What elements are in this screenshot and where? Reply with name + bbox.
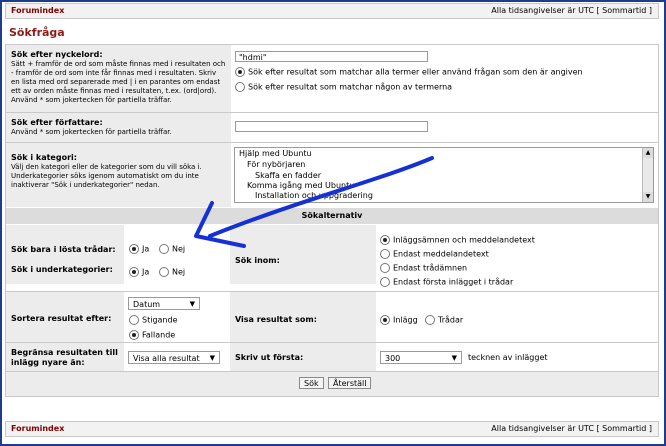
radio-icon[interactable] [129, 330, 139, 340]
search-options-header: Sökalternativ [6, 208, 658, 224]
solved-label: Sök bara i lösta trådar: [11, 245, 116, 254]
category-label: Sök i kategori: [11, 153, 77, 162]
limit-label: Begränsa resultaten till inlägg nyare än… [11, 348, 118, 367]
sort-label: Sortera resultat efter: [11, 314, 112, 323]
radio-icon[interactable] [129, 267, 139, 277]
search-in-opt[interactable]: Endast första inlägget i trådar [380, 277, 513, 287]
keywords-label-cell: Sök efter nyckelord: Sätt + framför de o… [6, 45, 231, 112]
subcat-label: Sök i underkategorier: [11, 265, 113, 274]
keywords-label: Sök efter nyckelord: [11, 50, 103, 59]
sort-asc[interactable]: Stigande [129, 315, 178, 325]
radio-icon[interactable] [159, 267, 169, 277]
sort-label-cell: Sortera resultat efter: [6, 292, 124, 342]
search-button[interactable]: Sök [299, 377, 324, 389]
author-label-cell: Sök efter författare: Använd * som joker… [6, 113, 231, 142]
forum-index-link[interactable]: Forumindex [11, 424, 64, 433]
search-in-opt[interactable]: Inläggsämnen och meddelandetext [380, 235, 535, 245]
search-in-label: Sök inom: [235, 256, 280, 265]
timezone-text: Alla tidsangivelser är UTC [ Sommartid ] [491, 6, 652, 15]
author-input[interactable] [235, 121, 428, 132]
radio-icon[interactable] [159, 244, 169, 254]
solved-no[interactable]: Nej [159, 244, 185, 254]
category-option[interactable]: Installation och uppgradering [255, 191, 373, 200]
print-first-select[interactable]: 300 ▼ [380, 351, 462, 364]
category-help: Välj den kategori eller de kategorier so… [11, 163, 202, 189]
radio-icon[interactable] [380, 249, 390, 259]
radio-icon[interactable] [380, 277, 390, 287]
subcat-no[interactable]: Nej [159, 267, 185, 277]
solved-label-cell: Sök bara i lösta trådar: Sök i underkate… [6, 225, 124, 284]
category-option[interactable]: För nybörjaren [247, 160, 305, 169]
search-in-label-cell: Sök inom: [230, 225, 376, 284]
radio-icon[interactable] [380, 263, 390, 273]
subcat-yes[interactable]: Ja [129, 267, 149, 277]
show-as-label: Visa resultat som: [235, 315, 317, 324]
search-in-opt[interactable]: Endast trådämnen [380, 263, 467, 273]
keywords-help: Sätt + framför de ord som måste finnas m… [11, 60, 226, 104]
limit-select[interactable]: Visa alla resultat ▼ [128, 351, 220, 364]
scroll-up-icon[interactable]: ▲ [643, 148, 653, 158]
author-label: Sök efter författare: [11, 118, 103, 127]
bottom-bar: Forumindex Alla tidsangivelser är UTC [ … [5, 421, 659, 437]
chevron-down-icon: ▼ [189, 300, 195, 308]
limit-label-cell: Begränsa resultaten till inlägg nyare än… [6, 343, 124, 371]
radio-icon[interactable] [380, 315, 390, 325]
category-label-cell: Sök i kategori: Välj den kategori eller … [6, 143, 231, 207]
show-as-posts[interactable]: Inlägg [380, 315, 418, 325]
forum-index-link[interactable]: Forumindex [11, 6, 64, 15]
sort-select[interactable]: Datum ▼ [128, 297, 200, 310]
search-form: Sök efter nyckelord: Sätt + framför de o… [5, 44, 659, 397]
category-option[interactable]: Skaffa en fadder [255, 171, 321, 180]
timezone-text: Alla tidsangivelser är UTC [ Sommartid ] [491, 424, 652, 433]
sort-desc[interactable]: Fallande [129, 330, 175, 340]
print-first-label-cell: Skriv ut första: [230, 343, 376, 371]
radio-icon[interactable] [380, 235, 390, 245]
top-bar: Forumindex Alla tidsangivelser är UTC [ … [5, 3, 659, 19]
solved-yes[interactable]: Ja [129, 244, 149, 254]
print-first-suffix: tecknen av inlägget [468, 353, 548, 362]
author-help: Använd * som jokertecken för partiella t… [11, 128, 172, 136]
chevron-down-icon: ▼ [209, 354, 215, 362]
radio-icon[interactable] [129, 244, 139, 254]
category-option[interactable]: Hjälp med Ubuntu [239, 149, 312, 158]
keywords-input[interactable]: "hdmi" [235, 51, 428, 62]
reset-button[interactable]: Återställ [328, 377, 372, 389]
chevron-down-icon: ▼ [451, 354, 457, 362]
keywords-opt-any[interactable]: Sök efter resultat som matchar någon av … [235, 82, 452, 92]
category-listbox[interactable]: Hjälp med Ubuntu För nybörjaren Skaffa e… [234, 147, 654, 203]
print-first-label: Skriv ut första: [235, 353, 304, 362]
search-in-opt[interactable]: Endast meddelandetext [380, 249, 489, 259]
show-as-label-cell: Visa resultat som: [230, 292, 376, 342]
radio-icon[interactable] [235, 82, 245, 92]
scroll-down-icon[interactable]: ▼ [643, 192, 653, 202]
radio-icon[interactable] [129, 315, 139, 325]
show-as-threads[interactable]: Trådar [425, 315, 463, 325]
radio-icon[interactable] [235, 67, 245, 77]
listbox-scrollbar[interactable]: ▲ ▼ [642, 148, 653, 202]
keywords-opt-all[interactable]: Sök efter resultat som matchar alla term… [235, 67, 583, 77]
radio-icon[interactable] [425, 315, 435, 325]
page-title: Sökfråga [9, 26, 65, 39]
category-option[interactable]: Komma igång med Ubuntu [247, 181, 354, 190]
